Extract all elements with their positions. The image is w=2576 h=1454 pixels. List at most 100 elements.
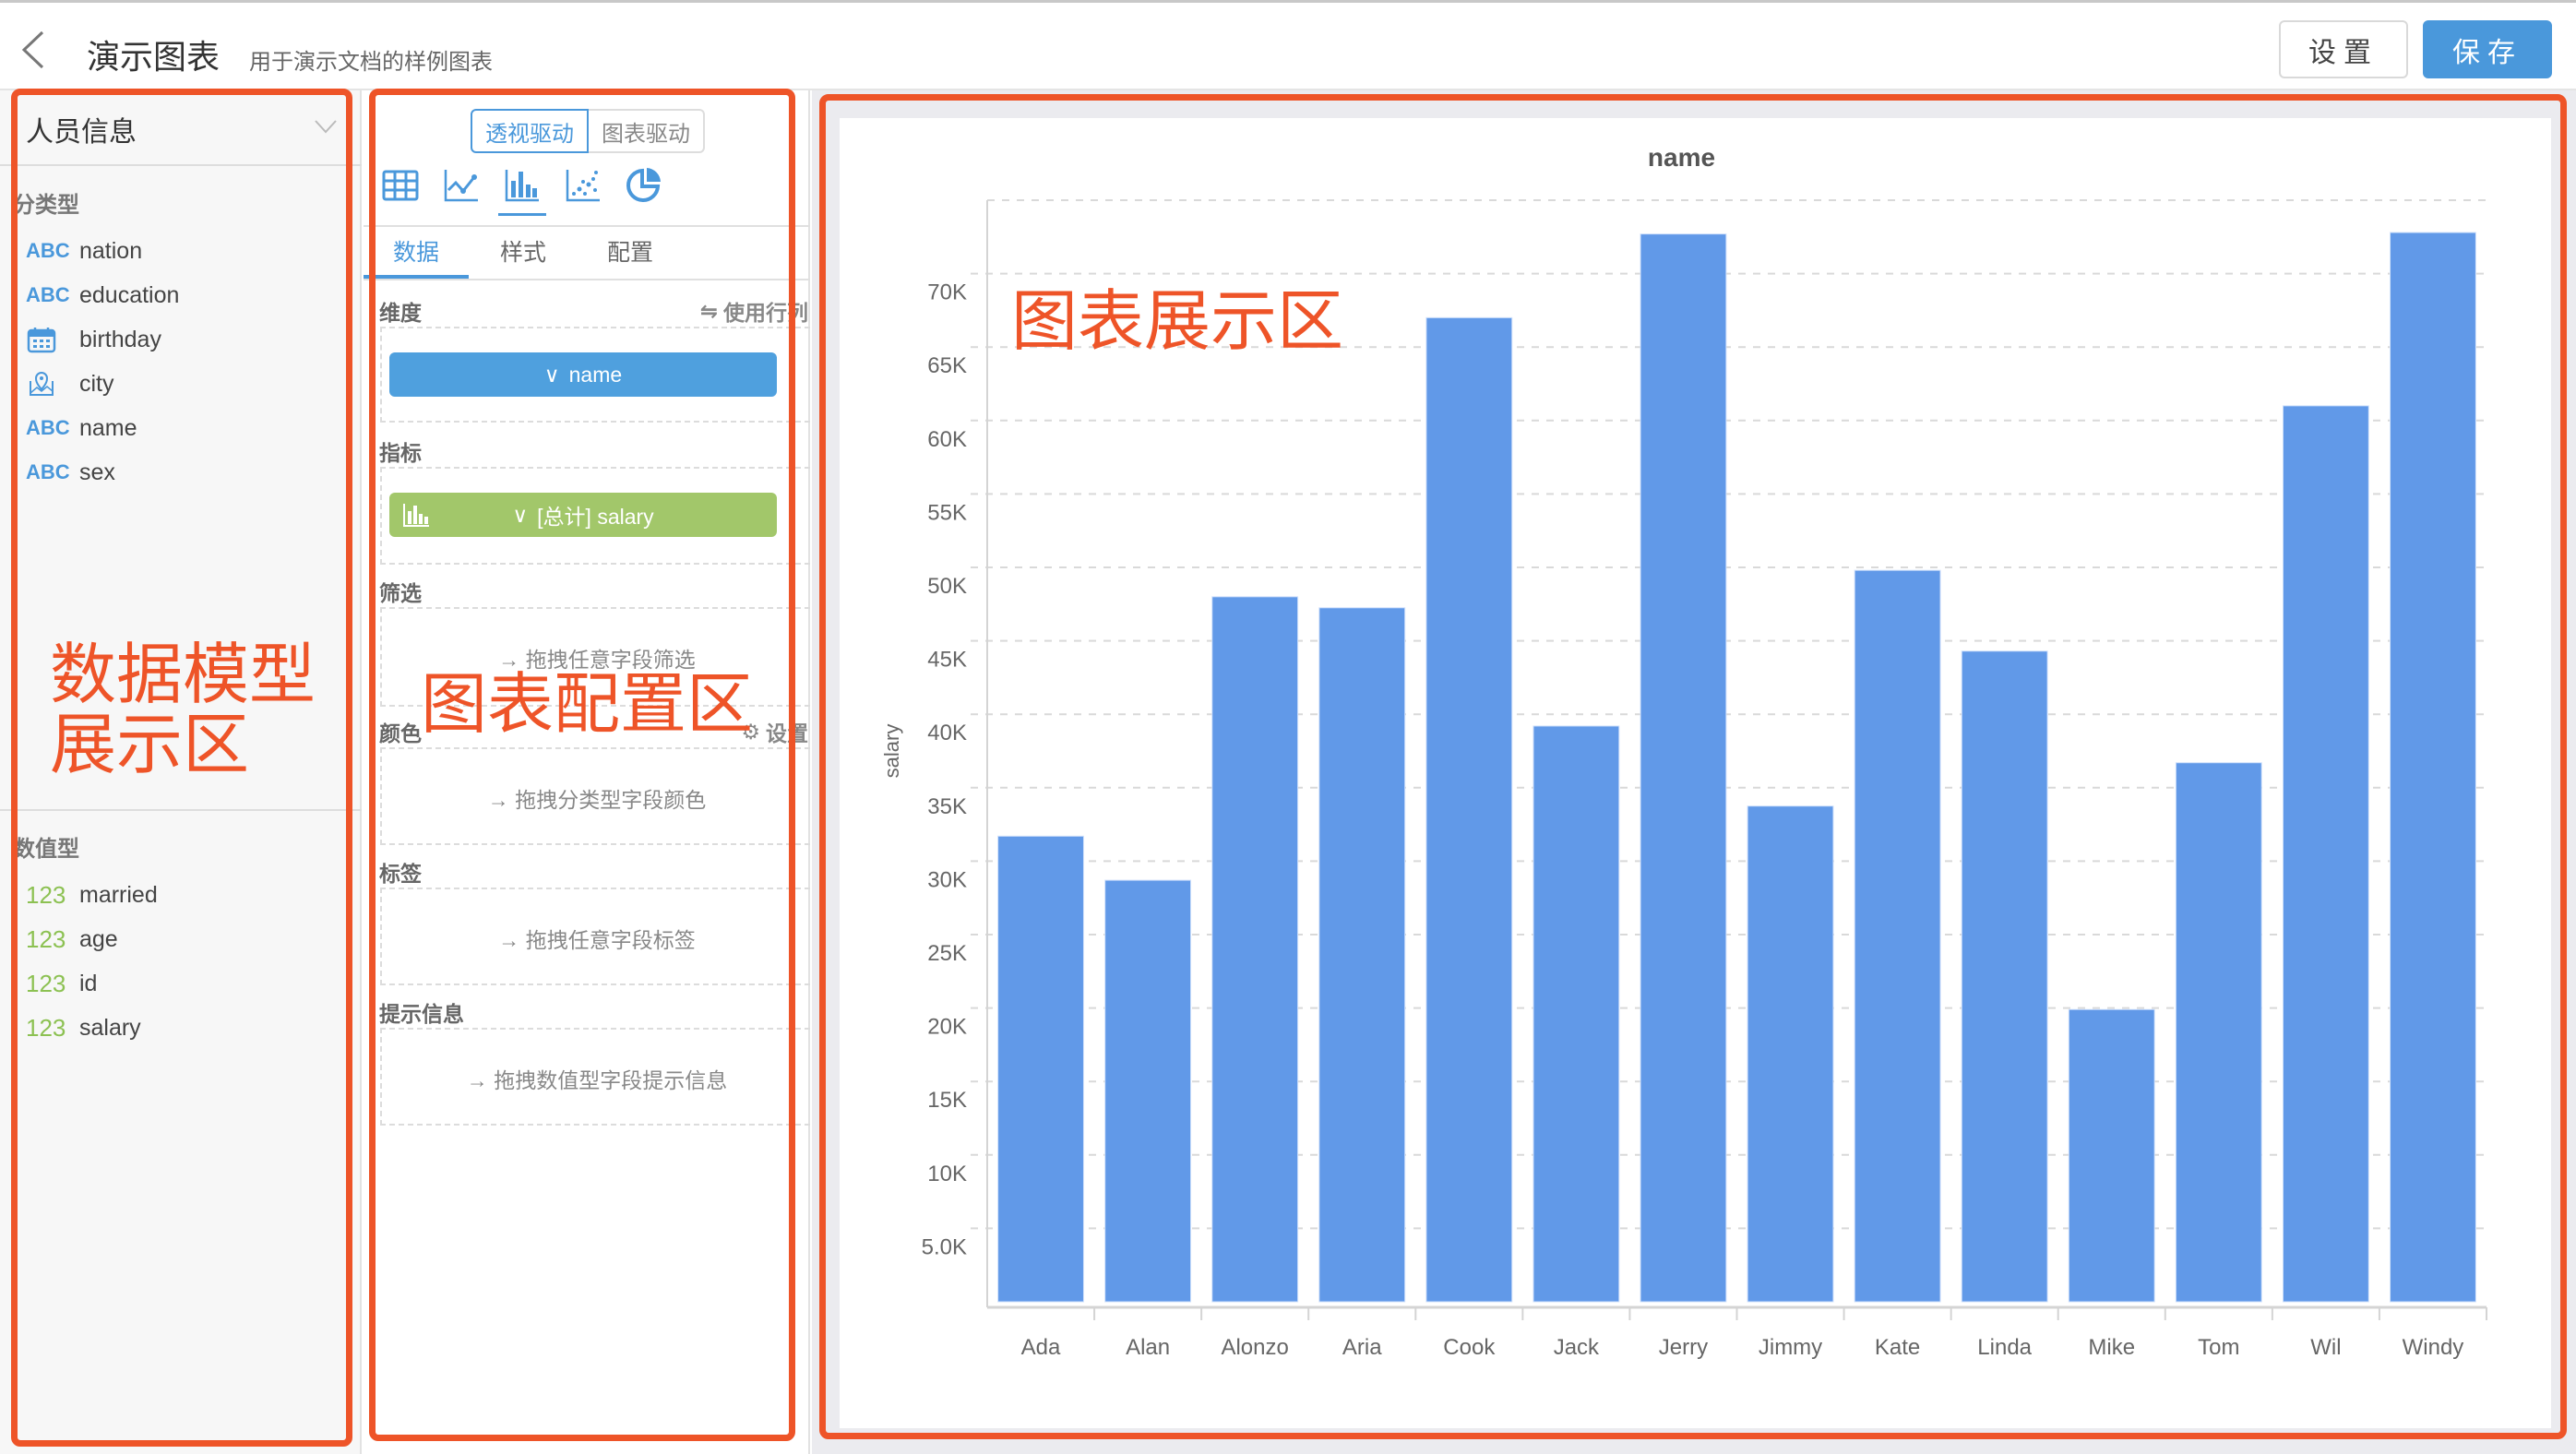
filter-hint-label: 拖拽任意字段筛选 <box>525 648 696 672</box>
x-tick-label: Alonzo <box>1221 1335 1288 1360</box>
field-name: city <box>79 370 114 397</box>
x-tick-label: Cook <box>1443 1335 1496 1360</box>
text-type-icon: ABC <box>26 416 70 439</box>
y-tick-label: 35K <box>927 794 967 819</box>
page-subtitle: 用于演示文档的样例图表 <box>249 50 493 75</box>
number-type-icon: 123 <box>26 880 66 909</box>
text-type-icon: ABC <box>26 283 70 306</box>
bar-ada <box>997 835 1084 1303</box>
tab-config[interactable]: 配置 <box>607 234 653 268</box>
x-tick-label: Alan <box>1126 1335 1170 1360</box>
x-tick-label: Windy <box>2403 1335 2464 1360</box>
filter-dropzone[interactable]: → 拖拽任意字段筛选 <box>380 607 810 707</box>
field-item[interactable]: ABC education <box>26 277 179 314</box>
chevron-down-icon <box>315 120 337 134</box>
text-type-icon: ABC <box>26 460 70 483</box>
model-select-value: 人员信息 <box>26 117 137 148</box>
bar-jimmy <box>1747 805 1834 1303</box>
pie-chart-icon <box>626 168 661 202</box>
mode-pivot-button[interactable]: 透视驱动 <box>471 109 589 153</box>
gear-icon: ⚙ <box>741 719 760 744</box>
field-item[interactable]: 123 married <box>26 876 158 913</box>
label-title: 标签 <box>379 862 422 886</box>
field-item[interactable]: ABC name <box>26 410 137 447</box>
measure-pill[interactable]: ∨ [总计] salary <box>389 493 777 537</box>
y-tick-label: 10K <box>927 1162 967 1186</box>
filter-hint: → 拖拽任意字段筛选 <box>382 642 812 673</box>
bar-chart: name salary 5.0K 10K 15K 20K 25K 30K 35K 40K 45K 50… <box>880 143 2487 1360</box>
save-button[interactable]: 保存 <box>2423 20 2552 78</box>
field-name: name <box>79 414 137 441</box>
label-dropzone[interactable]: → 拖拽任意字段标签 <box>380 888 810 985</box>
tooltip-hint-label: 拖拽数值型字段提示信息 <box>494 1068 728 1092</box>
dimension-pill-label: name <box>568 362 623 387</box>
bar-linda <box>1961 650 2048 1303</box>
x-tick-label: Jimmy <box>1759 1335 1822 1360</box>
field-item[interactable]: 123 id <box>26 965 97 1002</box>
bar-chart-icon <box>403 504 429 527</box>
bar-jack <box>1532 725 1620 1303</box>
color-settings-label: 设置 <box>766 721 808 745</box>
chart-display-area: name salary 5.0K 10K 15K 20K 25K 30K 35K 40K 45K 50… <box>812 90 2576 1454</box>
model-select[interactable]: 人员信息 <box>0 90 362 166</box>
color-hint: → 拖拽分类型字段颜色 <box>382 782 812 814</box>
label-hint-label: 拖拽任意字段标签 <box>525 928 696 952</box>
y-tick-label: 55K <box>927 500 967 525</box>
arrow-right-icon: → <box>498 928 526 952</box>
chart-type-bar[interactable] <box>498 166 546 216</box>
x-tick-label: Tom <box>2198 1335 2239 1360</box>
measure-title: 指标 <box>379 441 422 465</box>
field-name: sex <box>79 459 115 485</box>
chart-type-line[interactable] <box>443 166 480 203</box>
x-tick-label: Mike <box>2088 1335 2135 1360</box>
calendar-icon <box>26 326 79 353</box>
measure-dropzone[interactable]: ∨ [总计] salary <box>380 467 810 565</box>
settings-button[interactable]: 设置 <box>2279 20 2408 78</box>
back-button[interactable] <box>13 27 59 73</box>
number-type-icon: 123 <box>26 969 66 997</box>
y-tick-label: 45K <box>927 648 967 673</box>
field-item[interactable]: 123 salary <box>26 1009 141 1046</box>
dimension-dropzone[interactable]: ∨ name <box>380 327 810 423</box>
field-name: married <box>79 881 158 908</box>
x-tick-label: Jerry <box>1659 1335 1708 1360</box>
tab-data[interactable]: 数据 <box>393 234 439 268</box>
color-settings-button[interactable]: ⚙ 设置 <box>741 716 808 747</box>
field-name: age <box>79 925 118 952</box>
filter-title: 筛选 <box>379 581 422 605</box>
field-item[interactable]: 123 age <box>26 921 118 958</box>
arrow-right-icon: → <box>487 788 516 812</box>
bar-alan <box>1104 879 1192 1303</box>
bar-aria <box>1318 607 1406 1303</box>
use-rows-columns-toggle[interactable]: ⇋ 使用行列 <box>700 295 808 327</box>
mode-chart-button[interactable]: 图表驱动 <box>589 109 705 153</box>
tooltip-dropzone[interactable]: → 拖拽数值型字段提示信息 <box>380 1028 810 1126</box>
swap-icon: ⇋ <box>699 298 718 323</box>
label-hint: → 拖拽任意字段标签 <box>382 923 812 954</box>
bar-jerry <box>1640 233 1727 1303</box>
field-item[interactable]: ABC nation <box>26 232 142 269</box>
chart-type-table[interactable] <box>382 166 419 203</box>
field-item[interactable]: city <box>26 365 114 402</box>
separator <box>364 225 810 227</box>
x-tick-label: Linda <box>1977 1335 2032 1360</box>
field-item[interactable]: ABC sex <box>26 454 115 491</box>
numeric-group-title: 数值型 <box>13 837 79 862</box>
field-item[interactable]: birthday <box>26 321 161 358</box>
separator <box>364 279 810 280</box>
tooltip-title: 提示信息 <box>379 1002 464 1026</box>
chart-type-pie[interactable] <box>626 166 662 203</box>
bar-windy <box>2390 232 2476 1303</box>
x-tick-label: Aria <box>1342 1335 1382 1360</box>
table-icon <box>382 170 419 201</box>
chart-type-scatter[interactable] <box>565 166 602 203</box>
number-type-icon: 123 <box>26 1013 66 1042</box>
dimension-pill[interactable]: ∨ name <box>389 352 777 397</box>
field-name: education <box>79 281 180 308</box>
color-dropzone[interactable]: → 拖拽分类型字段颜色 <box>380 747 810 845</box>
y-tick-label: 30K <box>927 867 967 892</box>
tab-style[interactable]: 样式 <box>500 234 546 268</box>
color-title: 颜色 <box>379 721 422 745</box>
y-tick-label: 15K <box>927 1088 967 1113</box>
field-name: birthday <box>79 326 161 352</box>
